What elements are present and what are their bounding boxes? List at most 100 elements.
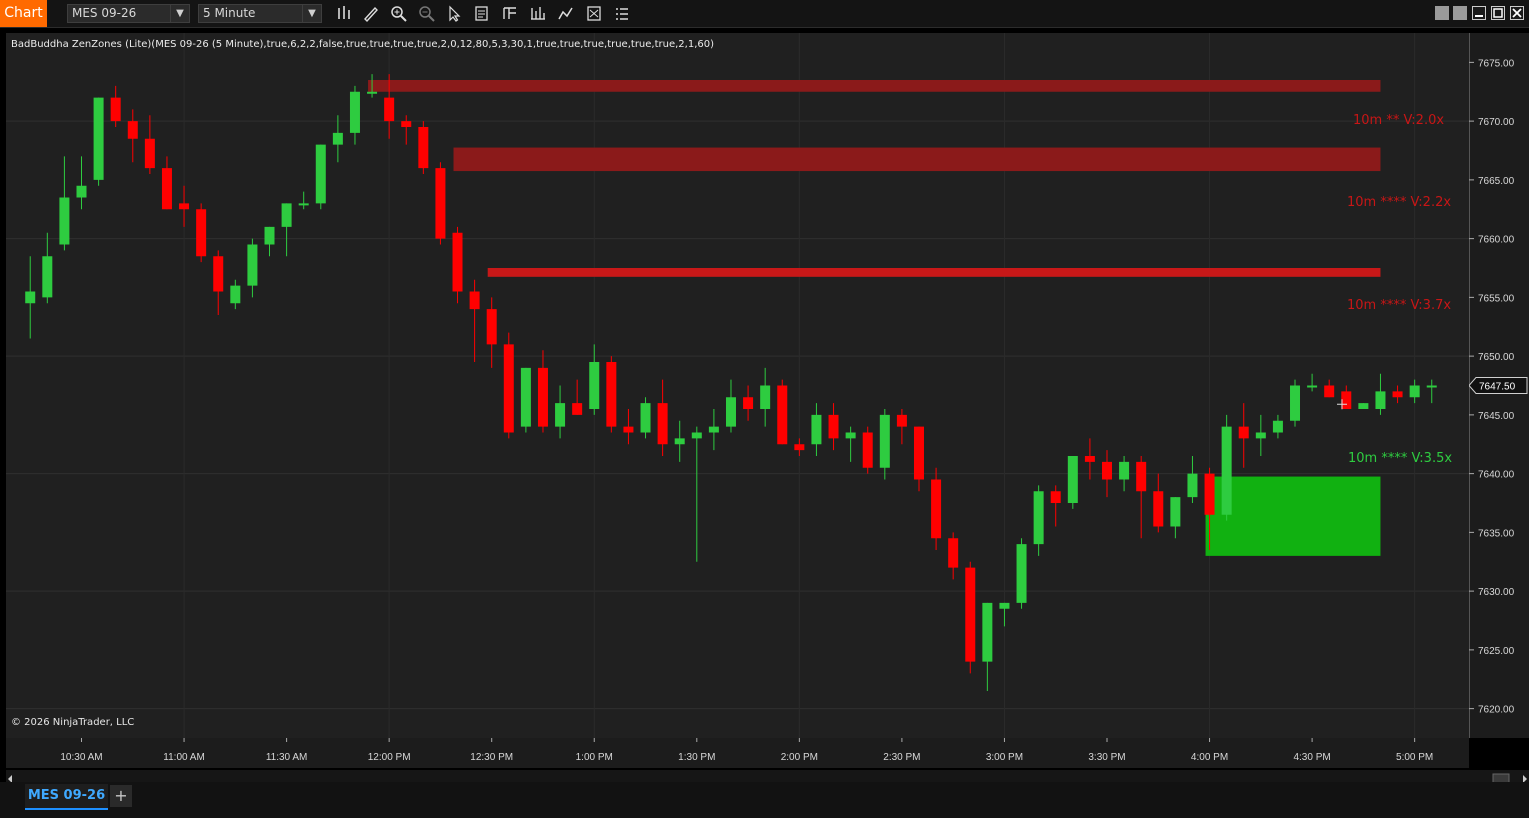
candle-body bbox=[1358, 403, 1369, 409]
candle-body bbox=[1170, 497, 1181, 527]
time-tick-label: 2:30 PM bbox=[883, 752, 920, 763]
candle-body bbox=[179, 203, 190, 210]
candle-body bbox=[1392, 391, 1403, 398]
minimize-icon[interactable] bbox=[1472, 6, 1486, 20]
maximize-icon[interactable] bbox=[1491, 6, 1505, 20]
horizontal-scrollbar[interactable] bbox=[6, 770, 1529, 785]
candle-body bbox=[640, 403, 651, 433]
candlestick-chart[interactable] bbox=[6, 33, 1469, 738]
tab-bar: MES 09-26 + bbox=[0, 782, 1529, 818]
indicators-icon[interactable] bbox=[528, 4, 548, 23]
properties-icon[interactable] bbox=[472, 4, 492, 23]
price-axis[interactable]: 7675.00 7670.00 7665.00 7660.00 7655.00 7650.… bbox=[1468, 33, 1529, 738]
candle-body bbox=[1067, 456, 1078, 503]
candle-body bbox=[213, 256, 224, 292]
candle-body bbox=[367, 91, 378, 94]
candle-body bbox=[913, 426, 924, 480]
candle-body bbox=[999, 602, 1010, 609]
draw-pencil-icon[interactable] bbox=[361, 4, 381, 23]
candle-body bbox=[948, 538, 959, 568]
tab-mes-09-26[interactable]: MES 09-26 bbox=[25, 784, 108, 810]
time-tick-label: 11:00 AM bbox=[163, 752, 205, 763]
supply-zone[interactable] bbox=[487, 268, 1381, 277]
candle-body bbox=[384, 97, 395, 122]
tile-icon[interactable] bbox=[1453, 6, 1467, 20]
time-tick-label: 10:30 AM bbox=[60, 752, 102, 763]
price-tick-label: 7650.00 bbox=[1478, 352, 1515, 363]
candle-body bbox=[623, 426, 634, 433]
interval-selector[interactable]: 5 Minute ▼ bbox=[198, 4, 322, 23]
candle-body bbox=[196, 209, 207, 257]
price-tick-label: 7660.00 bbox=[1478, 235, 1515, 246]
time-axis[interactable]: 10:30 AM 11:00 AM 11:30 AM 12:00 PM 12:30 PM… bbox=[6, 738, 1469, 768]
zoom-out-icon[interactable] bbox=[417, 4, 437, 23]
supply-zone[interactable] bbox=[368, 80, 1381, 92]
candle-body bbox=[298, 203, 309, 206]
price-tick-label: 7620.00 bbox=[1478, 705, 1515, 716]
demand-zone[interactable] bbox=[1205, 476, 1381, 556]
price-tick-label: 7630.00 bbox=[1478, 587, 1515, 598]
chart-window: Chart MES 09-26 ▼ 5 Minute ▼ BadBuddha Z… bbox=[0, 0, 1529, 818]
candle-body bbox=[1221, 426, 1232, 515]
price-tick-label: 7675.00 bbox=[1478, 58, 1515, 69]
candle-body bbox=[1375, 391, 1386, 409]
menu-icon[interactable] bbox=[612, 4, 632, 23]
tile-icon[interactable] bbox=[1435, 6, 1449, 20]
time-tick-label: 5:00 PM bbox=[1396, 752, 1433, 763]
candle-body bbox=[828, 414, 839, 439]
last-price-label: 7647.50 bbox=[1479, 382, 1516, 393]
candle-body bbox=[1272, 420, 1283, 433]
candle-body bbox=[1238, 426, 1249, 439]
candle-body bbox=[708, 426, 719, 433]
candle-body bbox=[845, 432, 856, 439]
candle-body bbox=[452, 232, 463, 292]
time-tick-label: 2:00 PM bbox=[781, 752, 818, 763]
time-tick-label: 4:30 PM bbox=[1293, 752, 1330, 763]
candle-body bbox=[25, 291, 36, 304]
candle-body bbox=[691, 432, 702, 439]
candle-body bbox=[760, 385, 771, 409]
bar-type-icon[interactable] bbox=[334, 4, 354, 23]
candle-body bbox=[1307, 385, 1318, 388]
candle-body bbox=[743, 397, 754, 409]
candle-body bbox=[161, 168, 172, 210]
copyright-text: © 2026 NinjaTrader, LLC bbox=[11, 717, 135, 728]
candle-body bbox=[606, 362, 617, 427]
template-icon[interactable] bbox=[500, 4, 520, 23]
candle-body bbox=[1136, 461, 1147, 492]
candle-body bbox=[1409, 385, 1420, 398]
price-chart-panel[interactable]: BadBuddha ZenZones (Lite)(MES 09-26 (5 M… bbox=[6, 33, 1469, 738]
candle-body bbox=[332, 132, 343, 145]
candle-body bbox=[965, 567, 976, 662]
candle-body bbox=[572, 403, 583, 415]
candle-body bbox=[896, 414, 907, 427]
zone-label: 10m **** V:2.2x bbox=[1347, 195, 1452, 211]
zoom-in-icon[interactable] bbox=[389, 4, 409, 23]
chevron-down-icon[interactable]: ▼ bbox=[302, 5, 321, 22]
candle-body bbox=[401, 121, 412, 127]
strategies-icon[interactable] bbox=[556, 4, 576, 23]
time-tick-label: 12:00 PM bbox=[368, 752, 411, 763]
pointer-icon[interactable] bbox=[444, 4, 464, 23]
chart-title-tab[interactable]: Chart bbox=[0, 0, 47, 27]
close-icon[interactable] bbox=[1510, 6, 1524, 20]
data-box-icon[interactable] bbox=[584, 4, 604, 23]
zone-label: 10m **** V:3.7x bbox=[1347, 298, 1452, 314]
candle-body bbox=[862, 432, 873, 468]
candle-body bbox=[1153, 491, 1164, 527]
supply-zone[interactable] bbox=[453, 147, 1381, 172]
candle-body bbox=[264, 226, 275, 245]
instrument-selector[interactable]: MES 09-26 ▼ bbox=[67, 4, 190, 23]
candle-body bbox=[1084, 456, 1095, 462]
candle-body bbox=[1016, 544, 1027, 603]
candle-body bbox=[1426, 385, 1437, 388]
price-tick-label: 7665.00 bbox=[1478, 176, 1515, 187]
add-tab-button[interactable]: + bbox=[110, 785, 132, 807]
chevron-down-icon[interactable]: ▼ bbox=[170, 5, 189, 22]
candle-body bbox=[418, 127, 429, 169]
price-tick-label: 7645.00 bbox=[1478, 411, 1515, 422]
zone-label: 10m **** V:3.5x bbox=[1348, 450, 1453, 466]
candle-body bbox=[59, 197, 70, 245]
candle-body bbox=[537, 367, 548, 427]
candle-body bbox=[982, 602, 993, 662]
